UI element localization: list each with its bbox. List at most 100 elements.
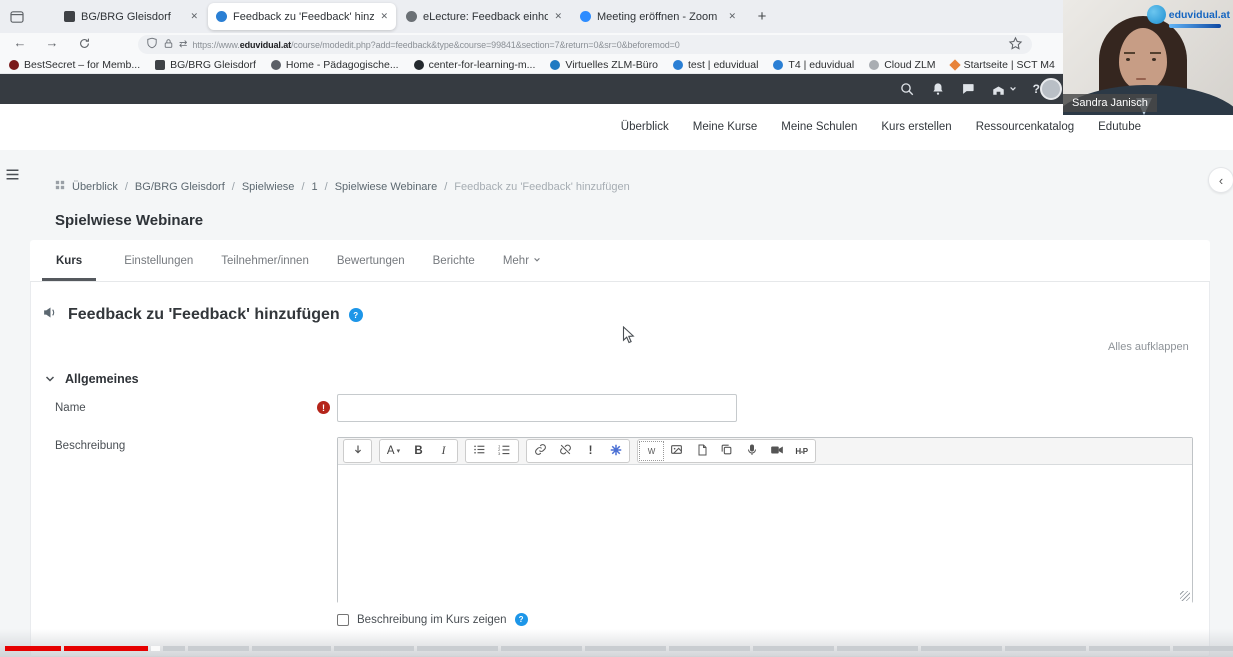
browser-tab-bg-brg-gleisdorf[interactable]: BG/BRG Gleisdorf✕ <box>56 3 206 30</box>
video-progress-bar[interactable] <box>0 646 1233 651</box>
notifications-bell-icon[interactable] <box>931 82 945 96</box>
editor-textarea[interactable] <box>338 465 1192 603</box>
insert-media-button[interactable] <box>689 441 714 461</box>
progress-segment-unwatched <box>188 646 249 651</box>
italic-button[interactable]: I <box>431 441 456 461</box>
emoticon-button[interactable] <box>603 441 628 461</box>
breadcrumb-link-1[interactable]: 1 <box>312 181 318 193</box>
bookmark-startseite-sct-m4[interactable]: Startseite | SCT M4 <box>951 59 1055 71</box>
bookmark-bestsecret-for-memb[interactable]: BestSecret – for Memb... <box>9 59 140 71</box>
record-video-button[interactable] <box>764 441 789 461</box>
insert-image-button[interactable] <box>664 441 689 461</box>
help-icon[interactable]: ? <box>515 613 528 626</box>
font-style-glyph: A <box>387 445 395 457</box>
eduvidual-favicon <box>216 11 227 22</box>
bookmark-favicon <box>155 60 165 70</box>
switch-container-icon[interactable]: ⇄ <box>179 39 187 50</box>
record-audio-button[interactable] <box>739 441 764 461</box>
breadcrumb-separator: / <box>325 181 328 193</box>
course-tab-einstellungen[interactable]: Einstellungen <box>124 240 193 281</box>
link-button[interactable] <box>528 441 553 461</box>
bookmark-home-pädagogische[interactable]: Home - Pädagogische... <box>271 59 399 71</box>
lock-icon[interactable] <box>163 36 174 54</box>
bookmark-test-eduvidual[interactable]: test | eduvidual <box>673 59 758 71</box>
course-tab-teilnehmer-innen[interactable]: Teilnehmer/innen <box>221 240 309 281</box>
progress-segment-unwatched <box>1005 646 1086 651</box>
breadcrumb-link-spielwiese-webinare[interactable]: Spielwiese Webinare <box>335 181 438 193</box>
tab-close-icon[interactable]: ✕ <box>554 11 562 22</box>
course-tab-berichte[interactable]: Berichte <box>433 240 475 281</box>
progress-segment-unwatched <box>252 646 331 651</box>
help-icon[interactable]: ? <box>349 308 363 322</box>
bookmark-cloud-zlm[interactable]: Cloud ZLM <box>869 59 935 71</box>
bookmark-star-icon[interactable] <box>1008 36 1023 56</box>
nav-item-überblick[interactable]: Überblick <box>621 121 669 133</box>
browser-tab-feedback-zu-feedback-hinzuf[interactable]: Feedback zu 'Feedback' hinzuf✕ <box>208 3 396 30</box>
insert-image-icon <box>670 443 683 459</box>
bookmark-virtuelles-zlm-büro[interactable]: Virtuelles ZLM-Büro <box>550 59 658 71</box>
h5p-button[interactable]: H-P <box>789 441 814 461</box>
nav-item-edutube[interactable]: Edutube <box>1098 121 1141 133</box>
eduvidual-logo-icon <box>1147 5 1166 24</box>
bookmark-label: center-for-learning-m... <box>429 59 536 71</box>
prevent-autolink-button[interactable]: ! <box>578 441 603 461</box>
section-allgemeines[interactable]: Allgemeines <box>45 372 139 386</box>
ordered-list-button[interactable]: 123 <box>492 441 517 461</box>
new-tab-button[interactable]: + <box>752 6 772 26</box>
forward-button[interactable]: → <box>42 35 62 50</box>
word-import-button[interactable]: W <box>639 441 664 461</box>
nav-item-ressourcenkatalog[interactable]: Ressourcenkatalog <box>976 121 1074 133</box>
toolbar-group: W H-P <box>637 439 816 463</box>
tab-close-icon[interactable]: ✕ <box>190 11 198 22</box>
emoticon-icon <box>610 444 622 459</box>
unlink-button[interactable] <box>553 441 578 461</box>
course-tab-kurs[interactable]: Kurs <box>42 240 96 281</box>
progress-segment-unwatched <box>1173 646 1233 651</box>
bold-button[interactable]: B <box>406 441 431 461</box>
breadcrumb-link-spielwiese[interactable]: Spielwiese <box>242 181 295 193</box>
font-style-button[interactable]: A▾ <box>381 441 406 461</box>
nav-item-kurs-erstellen[interactable]: Kurs erstellen <box>881 121 951 133</box>
bookmark-t4-eduvidual[interactable]: T4 | eduvidual <box>773 59 854 71</box>
expand-all-link[interactable]: Alles aufklappen <box>1108 341 1189 353</box>
browser-tab-electure-feedback-einholen-m[interactable]: eLecture: Feedback einholen m✕ <box>398 3 570 30</box>
open-drawer-button[interactable]: ‹ <box>1208 167 1233 193</box>
bookmark-bg-brg-gleisdorf[interactable]: BG/BRG Gleisdorf <box>155 59 256 71</box>
user-avatar[interactable] <box>1040 78 1062 100</box>
resize-grip-icon[interactable] <box>1180 591 1190 601</box>
school-menu[interactable] <box>991 82 1017 97</box>
show-description-checkbox[interactable] <box>337 614 349 626</box>
bookmark-favicon <box>414 60 424 70</box>
unordered-list-button[interactable] <box>467 441 492 461</box>
tab-close-icon[interactable]: ✕ <box>728 11 736 22</box>
bookmark-favicon <box>9 60 19 70</box>
drawer-toggle-icon[interactable] <box>4 166 21 188</box>
progress-segment-unwatched <box>334 646 414 651</box>
breadcrumb-link-bg-brg-gleisdorf[interactable]: BG/BRG Gleisdorf <box>135 181 225 193</box>
nav-item-meine-kurse[interactable]: Meine Kurse <box>693 121 758 133</box>
course-tab-bewertungen[interactable]: Bewertungen <box>337 240 405 281</box>
bookmark-center-for-learning-m[interactable]: center-for-learning-m... <box>414 59 536 71</box>
description-label: Beschreibung <box>55 440 125 452</box>
megaphone-icon <box>42 304 59 326</box>
back-button[interactable]: ← <box>10 35 30 50</box>
name-input[interactable] <box>337 394 737 422</box>
browser-tab-meeting-eröffnen-zoom[interactable]: Meeting eröffnen - Zoom✕ <box>572 3 744 30</box>
messages-icon[interactable] <box>961 82 975 96</box>
checkbox-label: Beschreibung im Kurs zeigen <box>357 614 507 626</box>
url-bar[interactable]: ⇄ https://www.eduvidual.at/course/modedi… <box>138 35 1032 54</box>
firefox-view-icon[interactable] <box>8 8 25 25</box>
breadcrumb-link-überblick[interactable]: Überblick <box>72 181 118 193</box>
course-tab-mehr[interactable]: Mehr <box>503 240 541 281</box>
tab-close-icon[interactable]: ✕ <box>380 11 388 22</box>
zoom-favicon <box>580 11 591 22</box>
nav-item-meine-schulen[interactable]: Meine Schulen <box>781 121 857 133</box>
search-icon[interactable] <box>900 82 915 97</box>
reload-button[interactable] <box>74 37 94 53</box>
shield-icon[interactable] <box>146 36 158 54</box>
breadcrumb-separator: / <box>301 181 304 193</box>
expand-toolbar-button[interactable] <box>345 441 370 461</box>
manage-files-button[interactable] <box>714 441 739 461</box>
progress-segment-unwatched <box>585 646 666 651</box>
show-description-row: Beschreibung im Kurs zeigen ? <box>337 613 528 626</box>
